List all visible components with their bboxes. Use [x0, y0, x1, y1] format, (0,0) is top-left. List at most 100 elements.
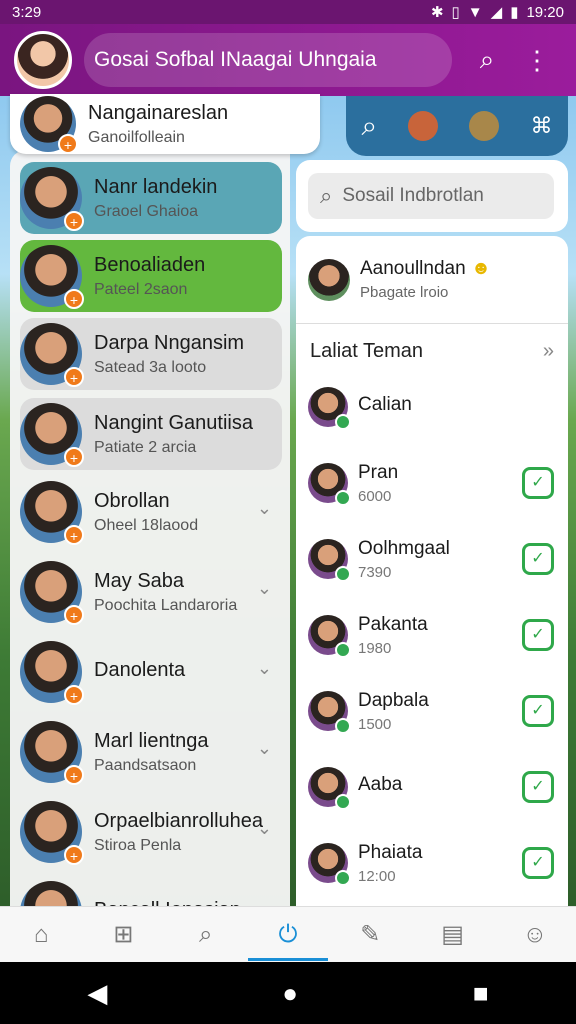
online-indicator	[335, 794, 351, 810]
profile-icon[interactable]: ☺	[510, 921, 560, 949]
friend-row[interactable]: Calian	[296, 369, 568, 445]
power-icon[interactable]: ⏻	[263, 921, 313, 949]
search-card: ⌕ Sosail Indbrotlan	[296, 160, 568, 232]
contact-status: Patiate 2 arcia	[94, 438, 197, 456]
online-indicator	[335, 490, 351, 506]
avatar: +	[20, 167, 84, 231]
contact-row[interactable]: + May Saba Poochita Landaroria ⌄	[20, 556, 282, 628]
action-icon[interactable]: ✓	[522, 695, 554, 727]
section-header: Laliat Teman »	[296, 324, 568, 369]
contact-name: Nangainareslan	[88, 101, 229, 124]
contact-row[interactable]: + Benoaliaden Pateel 2saon	[20, 240, 282, 312]
contact-row[interactable]: + Obrollan Oheel 18laood ⌄	[20, 476, 282, 548]
gift-icon[interactable]: ⊞	[98, 920, 148, 949]
contact-name: Marl lientnga	[94, 729, 209, 752]
home-button-icon[interactable]: ●	[282, 978, 298, 1009]
chevron-down-icon[interactable]: ⌄	[257, 578, 272, 599]
character-icon[interactable]	[469, 111, 500, 141]
compose-icon[interactable]: ✎	[345, 920, 395, 949]
avatar	[308, 843, 351, 886]
avatar: +	[20, 403, 84, 467]
action-icon[interactable]: ✓	[522, 543, 554, 575]
contact-status: Stiroa Penla	[94, 836, 182, 854]
friends-panel: Aanoullndan ☻ Pbagate lroio Laliat Teman…	[296, 236, 568, 906]
action-icon[interactable]: ✓	[522, 619, 554, 651]
add-badge-icon: +	[64, 765, 84, 785]
friend-name: Oolhmgaal	[358, 537, 450, 559]
friend-row[interactable]: Pran 6000 ✓	[296, 445, 568, 521]
back-icon[interactable]: ◀	[87, 978, 107, 1009]
chevron-down-icon[interactable]: ⌄	[257, 738, 272, 759]
add-badge-icon: +	[58, 134, 78, 154]
quick-actions-bar: ⌕ ⌘	[346, 96, 568, 156]
contact-status: Ganoilfolleain	[88, 128, 185, 146]
contact-row[interactable]: + Nanr landekin Graoel Ghaioa	[20, 162, 282, 234]
friend-status: 1980	[358, 639, 392, 657]
avatar	[308, 615, 351, 658]
friend-row[interactable]: Dapbala 1500 ✓	[296, 673, 568, 749]
chevron-down-icon[interactable]: ⌄	[257, 658, 272, 679]
friend-row[interactable]: Phaiata 12:00 ✓	[296, 825, 568, 901]
home-icon[interactable]: ⌂	[16, 921, 66, 949]
app-title: Gosai Sofbal INaagai Uhngaia	[84, 33, 452, 87]
wifi-icon: ▼	[467, 3, 483, 21]
chevron-right-icon[interactable]: »	[543, 340, 554, 363]
link-icon[interactable]: ⌘	[530, 113, 552, 139]
contact-name: Obrollan	[94, 489, 170, 512]
avatar: +	[20, 641, 84, 705]
avatar	[308, 539, 351, 582]
contact-row[interactable]: + Nangint Ganutiisa Patiate 2 arcia	[20, 398, 282, 470]
online-indicator	[335, 414, 351, 430]
search-placeholder: Sosail Indbrotlan	[342, 185, 484, 206]
friend-row[interactable]: Aaba ✓	[296, 749, 568, 825]
notes-icon[interactable]: ▤	[428, 920, 478, 949]
recents-icon[interactable]: ■	[473, 978, 489, 1009]
section-title: Laliat Teman	[310, 340, 424, 362]
add-badge-icon: +	[64, 845, 84, 865]
contact-name: Danolenta	[94, 658, 186, 681]
more-options-icon[interactable]: ⋮	[522, 45, 552, 76]
search-input[interactable]: ⌕ Sosail Indbrotlan	[308, 173, 554, 219]
bluetooth-icon: ✱	[430, 4, 444, 21]
online-indicator	[335, 566, 351, 582]
friend-status: 1500	[358, 715, 392, 733]
contact-status: Graoel Ghaioa	[94, 202, 199, 220]
friend-status: 6000	[358, 487, 392, 505]
contact-status: Poochita Landaroria	[94, 596, 238, 614]
friend-status: 12:00	[358, 867, 396, 885]
featured-contact[interactable]: Aanoullndan ☻ Pbagate lroio	[296, 236, 568, 324]
avatar: +	[20, 245, 84, 309]
profile-avatar[interactable]	[14, 31, 72, 89]
avatar	[308, 767, 351, 810]
battery-icon: ▮	[510, 4, 519, 21]
contact-name: Darpa Nngansim	[94, 331, 245, 354]
action-icon[interactable]: ✓	[522, 467, 554, 499]
avatar: +	[20, 561, 84, 625]
search-icon[interactable]: ⌕	[181, 921, 231, 949]
contact-row[interactable]: + Marl lientnga Paandsatsaon ⌄	[20, 716, 282, 788]
active-tab-indicator	[248, 958, 328, 961]
character-icon[interactable]	[408, 111, 439, 141]
friend-row[interactable]: Oolhmgaal 7390 ✓	[296, 521, 568, 597]
friend-name: Pran	[358, 461, 399, 483]
avatar	[308, 691, 351, 734]
action-icon[interactable]: ✓	[522, 847, 554, 879]
friend-row[interactable]: Pakanta 1980 ✓	[296, 597, 568, 673]
chevron-down-icon[interactable]: ⌄	[257, 818, 272, 839]
search-icon[interactable]: ⌕	[362, 110, 378, 143]
action-icon[interactable]: ✓	[522, 771, 554, 803]
avatar	[308, 258, 350, 301]
contact-row[interactable]: + Darpa Nngansim Satead 3a looto	[20, 318, 282, 390]
chevron-down-icon[interactable]: ⌄	[257, 498, 272, 519]
contact-row[interactable]: + Danolenta ⌄	[20, 636, 282, 708]
search-icon[interactable]: ⌕	[472, 44, 502, 76]
system-navigation-bar: ◀ ● ■	[0, 962, 576, 1024]
status-bar: 3:29 ✱ ▯ ▼ ◢ ▮ 19:20	[0, 0, 576, 24]
add-badge-icon: +	[64, 447, 84, 467]
contact-row[interactable]: + Orpaelbianrolluhea Stiroa Penla ⌄	[20, 796, 282, 868]
status-time-right: 19:20	[526, 3, 564, 21]
signal-icon: ◢	[490, 4, 503, 21]
online-indicator	[335, 642, 351, 658]
contact-name: Nangint Ganutiisa	[94, 411, 253, 434]
top-contact-card[interactable]: + Nangainareslan Ganoilfolleain	[10, 94, 320, 154]
